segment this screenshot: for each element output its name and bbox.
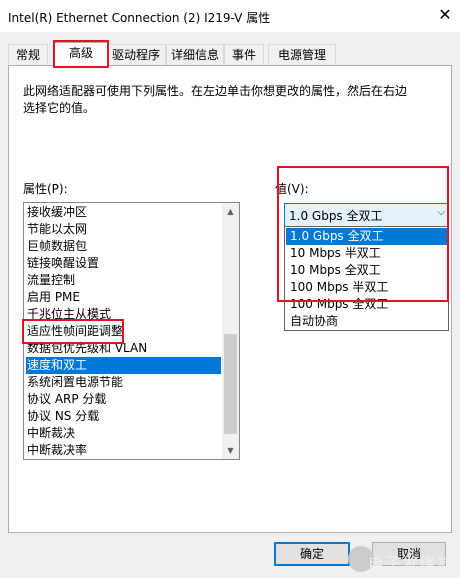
scrollbar-thumb[interactable] <box>224 334 237 434</box>
tab-power-management[interactable]: 电源管理 <box>268 44 336 65</box>
list-item[interactable]: 协议 ARP 分载 <box>26 391 221 408</box>
scroll-down-arrow-icon[interactable]: ▼ <box>222 442 239 459</box>
tab-general[interactable]: 常规 <box>8 44 48 65</box>
list-item[interactable]: 中断裁决 <box>26 425 221 442</box>
list-item[interactable]: 链接唤醒设置 <box>26 255 221 272</box>
window-title: Intel(R) Ethernet Connection (2) I219-V … <box>8 11 271 25</box>
dropdown-option[interactable]: 100 Mbps 半双工 <box>286 279 449 296</box>
list-item[interactable]: 系统闲置电源节能 <box>26 374 221 391</box>
tab-advanced[interactable]: 高级 <box>54 42 108 67</box>
title-bar: Intel(R) Ethernet Connection (2) I219-V … <box>0 0 460 32</box>
value-combobox[interactable]: 1.0 Gbps 全双工 ⌵ <box>284 203 449 227</box>
property-listbox[interactable]: 接收缓冲区 节能以太网 巨帧数据包 链接唤醒设置 流量控制 启用 PME 千兆位… <box>23 202 240 460</box>
list-item[interactable]: 流量控制 <box>26 272 221 289</box>
list-item[interactable]: 节能以太网 <box>26 221 221 238</box>
list-item-selected[interactable]: 速度和双工 <box>26 357 221 374</box>
list-item[interactable]: 千兆位主从模式 <box>26 306 221 323</box>
tab-details[interactable]: 详细信息 <box>166 44 224 65</box>
list-item[interactable]: 巨帧数据包 <box>26 238 221 255</box>
watermark-text: 电子发烧友 <box>368 554 454 573</box>
list-item[interactable]: 数据包优先级和 VLAN <box>26 340 221 357</box>
close-icon[interactable]: ✕ <box>434 4 456 26</box>
tab-events[interactable]: 事件 <box>224 44 264 65</box>
dropdown-option-selected[interactable]: 1.0 Gbps 全双工 <box>286 228 449 245</box>
watermark-logo: 电子发烧友 <box>348 546 456 576</box>
vertical-scrollbar[interactable]: ▲ ▼ <box>222 203 239 459</box>
tab-driver[interactable]: 驱动程序 <box>106 44 166 65</box>
value-label: 值(V): <box>275 182 309 196</box>
description-text: 此网络适配器可使用下列属性。在左边单击你想更改的属性，然后在右边选择它的值。 <box>23 84 408 115</box>
scroll-up-arrow-icon[interactable]: ▲ <box>222 203 239 220</box>
chevron-down-icon[interactable]: ⌵ <box>437 207 445 218</box>
list-item[interactable]: 适应性帧间距调整 <box>26 323 221 340</box>
value-dropdown-list[interactable]: 1.0 Gbps 全双工 10 Mbps 半双工 10 Mbps 全双工 100… <box>284 226 449 331</box>
list-item[interactable]: 接收缓冲区 <box>26 204 221 221</box>
combobox-value: 1.0 Gbps 全双工 <box>289 209 383 223</box>
dropdown-option[interactable]: 100 Mbps 全双工 <box>286 296 449 313</box>
property-label: 属性(P): <box>23 182 68 196</box>
ok-button[interactable]: 确定 <box>274 542 350 566</box>
dropdown-option[interactable]: 10 Mbps 半双工 <box>286 245 449 262</box>
list-item[interactable]: 中断裁决率 <box>26 442 221 459</box>
list-item[interactable]: 协议 NS 分载 <box>26 408 221 425</box>
properties-dialog: 常规 高级 驱动程序 详细信息 事件 电源管理 此网络适配器可使用下列属性。在左… <box>0 32 460 578</box>
list-item[interactable]: 启用 PME <box>26 289 221 306</box>
dropdown-option[interactable]: 10 Mbps 全双工 <box>286 262 449 279</box>
dropdown-option[interactable]: 自动协商 <box>286 313 449 330</box>
advanced-panel: 此网络适配器可使用下列属性。在左边单击你想更改的属性，然后在右边选择它的值。 属… <box>8 65 452 533</box>
